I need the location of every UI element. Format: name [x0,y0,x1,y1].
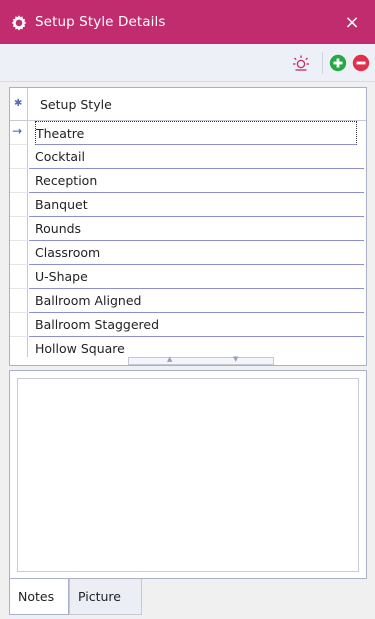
table-cell[interactable]: Theatre [35,121,357,145]
table-row[interactable]: Ballroom Staggered [10,313,366,337]
notes-textarea[interactable] [17,378,359,572]
new-row-indicator: ✱ [10,88,28,121]
title-bar[interactable]: Setup Style Details × [0,0,375,44]
row-indicator: → [10,121,28,145]
row-indicator [10,217,28,241]
table-row[interactable]: Hollow Square [10,337,366,357]
table-cell[interactable]: Hollow Square [29,337,364,357]
table-cell[interactable]: Reception [29,169,364,193]
row-indicator [10,289,28,313]
row-indicator [10,337,28,357]
table-row[interactable]: Rounds [10,217,366,241]
table-cell[interactable]: Cocktail [29,145,364,169]
row-indicator [10,169,28,193]
table-cell[interactable]: Rounds [29,217,364,241]
table-cell[interactable]: Ballroom Aligned [29,289,364,313]
splitter-up-arrow-icon: ▲ [167,355,173,363]
column-header-setup-style[interactable]: Setup Style [40,97,112,112]
toolbar [0,44,375,82]
detail-tabs: Notes Picture [9,579,367,619]
splitter-down-arrow-icon: ▼ [233,355,239,363]
setup-style-grid: ✱ Setup Style → Theatre Cocktail Recepti… [10,88,366,357]
table-cell[interactable]: Ballroom Staggered [29,313,364,337]
current-row-arrow-icon: → [12,124,23,138]
table-row[interactable]: Cocktail [10,145,366,169]
table-row[interactable]: Banquet [10,193,366,217]
refresh-sun-icon[interactable] [291,53,311,73]
row-indicator [10,193,28,217]
tab-notes[interactable]: Notes [9,579,69,615]
window-title: Setup Style Details [35,14,166,30]
row-indicator [10,241,28,265]
asterisk-icon: ✱ [14,98,23,109]
table-row[interactable]: Reception [10,169,366,193]
table-cell[interactable]: U-Shape [29,265,364,289]
notes-panel [9,370,367,579]
setup-style-grid-panel: ✱ Setup Style → Theatre Cocktail Recepti… [9,87,367,366]
close-button[interactable]: × [341,12,363,34]
table-row[interactable]: U-Shape [10,265,366,289]
toolbar-separator [322,52,323,74]
panel-splitter[interactable]: ▲ ▼ [128,355,274,365]
setup-style-details-window: Setup Style Details × ✱ Setup Style → Th… [0,0,375,619]
row-indicator [10,145,28,169]
grid-header: ✱ Setup Style [10,88,366,121]
table-row[interactable]: Ballroom Aligned [10,289,366,313]
tab-picture[interactable]: Picture [69,579,142,615]
table-row[interactable]: → Theatre [10,121,366,145]
add-icon[interactable] [328,53,348,73]
table-cell[interactable]: Banquet [29,193,364,217]
table-cell[interactable]: Classroom [29,241,364,265]
row-indicator [10,265,28,289]
gear-icon [11,15,27,31]
row-indicator [10,313,28,337]
table-row[interactable]: Classroom [10,241,366,265]
remove-icon[interactable] [351,53,371,73]
